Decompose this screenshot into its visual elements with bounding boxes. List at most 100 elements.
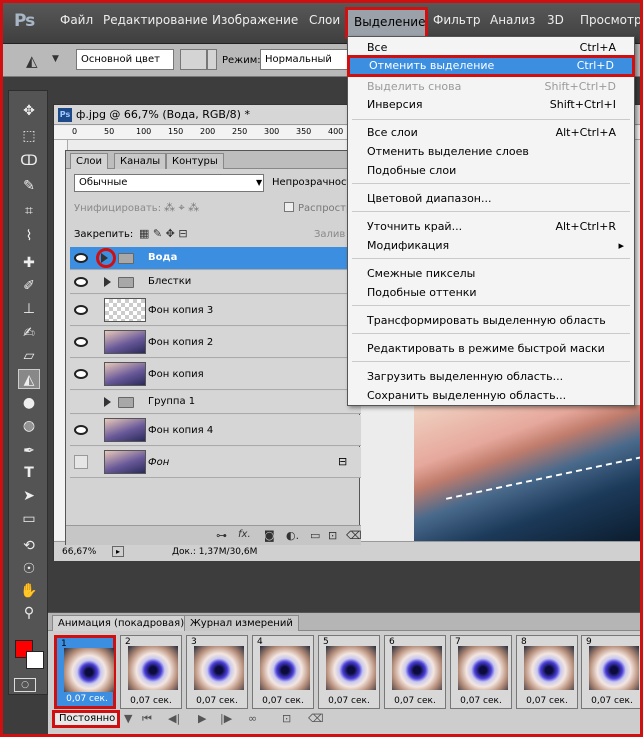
history-brush-icon[interactable]: ✍ (18, 323, 40, 343)
canvas-image[interactable] (414, 405, 643, 545)
frame-delay[interactable]: 0,07 сек. (582, 694, 642, 708)
layer-row[interactable]: Группа 1 (70, 391, 361, 414)
menu-image[interactable]: Изображение (212, 13, 298, 27)
menu-select[interactable]: Выделение (354, 15, 425, 29)
layer-row[interactable]: Фон копия (70, 359, 361, 390)
animation-frame[interactable]: 9 0,07 сек. (581, 635, 643, 709)
menu-item-all-layers[interactable]: Все слои Alt+Ctrl+A (348, 124, 634, 141)
blur-icon[interactable]: ● (18, 393, 40, 413)
frame-delay[interactable]: 0,07 сек. (253, 694, 313, 708)
tab-animation[interactable]: Анимация (покадровая) (52, 615, 191, 631)
quick-mask-icon[interactable]: ○ (14, 678, 36, 692)
healing-icon[interactable]: ✚ (18, 253, 40, 273)
fx-icon[interactable]: fx. (238, 529, 251, 540)
3d-orbit-icon[interactable]: ☉ (18, 559, 40, 579)
animation-frame[interactable]: 6 0,07 сек. (384, 635, 446, 709)
next-frame-icon[interactable]: |▶ (220, 712, 232, 725)
layer-row[interactable]: Фон ⊟ (70, 447, 361, 478)
expand-arrow-icon[interactable] (104, 277, 111, 287)
fill-source-select[interactable]: Основной цвет (76, 49, 174, 70)
layer-row[interactable]: Фон копия 2 (70, 327, 361, 358)
unify-icons[interactable]: ⁂ ⌖ ⁂ (164, 201, 199, 215)
tab-measurement-log[interactable]: Журнал измерений (184, 615, 299, 631)
trash-icon[interactable]: ⌫ (346, 529, 362, 542)
trash-icon[interactable]: ⌫ (308, 712, 324, 725)
menu-item-transform-selection[interactable]: Трансформировать выделенную область (348, 312, 634, 329)
menu-3d[interactable]: 3D (547, 13, 564, 27)
chevron-down-icon[interactable]: ▼ (124, 712, 132, 725)
frame-delay[interactable]: 0,07 сек. (187, 694, 247, 708)
chevron-down-icon[interactable]: ▼ (256, 178, 262, 187)
brush-icon[interactable]: ✐ (18, 276, 40, 296)
menu-item-save-selection[interactable]: Сохранить выделенную область... (348, 387, 634, 404)
eraser-icon[interactable]: ▱ (18, 346, 40, 366)
tab-paths[interactable]: Контуры (166, 153, 224, 169)
frame-delay[interactable]: 0,07 сек. (451, 694, 511, 708)
expand-arrow-icon[interactable] (104, 397, 111, 407)
first-frame-icon[interactable]: ⏮ (142, 712, 152, 726)
status-info-icon[interactable]: ▸ (112, 546, 124, 557)
chevron-down-icon[interactable]: ▼ (52, 54, 59, 64)
expand-arrow-icon[interactable] (101, 253, 108, 263)
eye-icon[interactable] (74, 305, 88, 315)
frame-delay[interactable]: 0,07 сек. (121, 694, 181, 708)
crop-icon[interactable]: ⌗ (18, 201, 40, 221)
pattern-picker[interactable] (180, 49, 207, 70)
eye-icon[interactable] (74, 369, 88, 379)
layer-row[interactable]: Фон копия 3 (70, 295, 361, 326)
blend-mode-select[interactable]: Обычные (74, 174, 264, 192)
menu-item-load-selection[interactable]: Загрузить выделенную область... (348, 368, 634, 385)
play-icon[interactable]: ▶ (198, 712, 206, 725)
path-select-icon[interactable]: ➤ (18, 486, 40, 506)
menu-item-similar-layers[interactable]: Подобные слои (348, 162, 634, 179)
menu-file[interactable]: Файл (60, 13, 93, 27)
loop-select[interactable]: Постоянно (52, 710, 120, 728)
visibility-toggle[interactable] (74, 455, 88, 469)
animation-frame[interactable]: 8 0,07 сек. (516, 635, 578, 709)
menu-item-color-range[interactable]: Цветовой диапазон... (348, 190, 634, 207)
duplicate-frame-icon[interactable]: ⊡ (282, 712, 291, 725)
animation-frame[interactable]: 4 0,07 сек. (252, 635, 314, 709)
group-icon[interactable]: ▭ (310, 529, 320, 542)
layer-row[interactable]: Блестки (70, 271, 361, 294)
menu-item-refine-edge[interactable]: Уточнить край... Alt+Ctrl+R (348, 218, 634, 235)
animation-frame[interactable]: 7 0,07 сек. (450, 635, 512, 709)
animation-frame[interactable]: 2 0,07 сек. (120, 635, 182, 709)
lasso-icon[interactable]: ↀ (18, 151, 40, 171)
paint-bucket-icon[interactable]: ◭ (26, 52, 38, 70)
zoom-icon[interactable]: ⚲ (18, 603, 40, 623)
move-icon[interactable]: ✥ (18, 101, 40, 121)
menu-item-similar[interactable]: Подобные оттенки (348, 284, 634, 301)
tab-layers[interactable]: Слои (70, 153, 108, 169)
prev-frame-icon[interactable]: ◀| (168, 712, 180, 725)
hand-icon[interactable]: ✋ (18, 581, 40, 601)
frame-delay[interactable]: 0,07 сек. (385, 694, 445, 708)
tween-icon[interactable]: ∞ (248, 712, 257, 725)
frame-delay[interactable]: 0,07 сек. (57, 692, 117, 706)
menu-item-quick-mask[interactable]: Редактировать в режиме быстрой маски (348, 340, 634, 357)
new-layer-icon[interactable]: ⊡ (328, 529, 337, 542)
lock-icons[interactable]: ▦ ✎ ✥ ⊟ (139, 227, 188, 240)
background-color-swatch[interactable] (26, 651, 44, 669)
menu-analysis[interactable]: Анализ (490, 13, 535, 27)
shape-icon[interactable]: ▭ (18, 509, 40, 529)
frame-delay[interactable]: 0,07 сек. (517, 694, 577, 708)
menu-layers[interactable]: Слои (309, 13, 340, 27)
adjustment-icon[interactable]: ◐. (286, 529, 299, 542)
layer-row[interactable]: Фон копия 4 (70, 415, 361, 446)
menu-view[interactable]: Просмотр (580, 13, 642, 27)
eye-icon[interactable] (74, 425, 88, 435)
eye-icon[interactable] (74, 253, 88, 263)
animation-frame[interactable]: 5 0,07 сек. (318, 635, 380, 709)
menu-item-deselect-layers[interactable]: Отменить выделение слоев (348, 143, 634, 160)
animation-frame[interactable]: 3 0,07 сек. (186, 635, 248, 709)
link-icon[interactable]: ⊶ (216, 529, 227, 542)
menu-item-inverse[interactable]: Инверсия Shift+Ctrl+I (348, 96, 634, 113)
mask-icon[interactable]: ◙ (264, 529, 275, 542)
eye-icon[interactable] (74, 277, 88, 287)
menu-item-grow[interactable]: Смежные пикселы (348, 265, 634, 282)
dodge-icon[interactable]: ◍ (18, 416, 40, 436)
menu-item-all[interactable]: Все Ctrl+A (348, 39, 634, 56)
propagate-checkbox[interactable] (284, 202, 294, 212)
menu-edit[interactable]: Редактирование (103, 13, 208, 27)
